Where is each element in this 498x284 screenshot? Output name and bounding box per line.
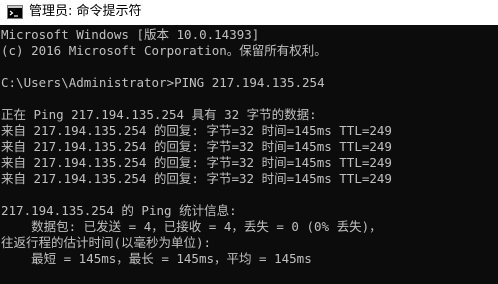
console-line: 来自 217.194.135.254 的回复: 字节=32 时间=145ms T…	[1, 155, 392, 170]
title-bar[interactable]: 管理员: 命令提示符	[0, 0, 498, 25]
console-line: (c) 2016 Microsoft Corporation。保留所有权利。	[1, 43, 327, 58]
console-line: 往返行程的估计时间(以毫秒为单位):	[1, 235, 212, 250]
console-line: 217.194.135.254 的 Ping 统计信息:	[1, 203, 237, 218]
cmd-icon	[7, 5, 23, 19]
console-output[interactable]: Microsoft Windows [版本 10.0.14393] (c) 20…	[0, 25, 498, 284]
command-prompt-window: 管理员: 命令提示符 Microsoft Windows [版本 10.0.14…	[0, 0, 498, 284]
console-line: Microsoft Windows [版本 10.0.14393]	[1, 27, 260, 42]
console-line: 来自 217.194.135.254 的回复: 字节=32 时间=145ms T…	[1, 171, 392, 186]
console-line: 数据包: 已发送 = 4，已接收 = 4，丢失 = 0 (0% 丢失)，	[1, 219, 382, 234]
console-line: 最短 = 145ms，最长 = 145ms，平均 = 145ms	[1, 251, 312, 266]
console-line: 正在 Ping 217.194.135.254 具有 32 字节的数据:	[1, 107, 317, 122]
console-line: 来自 217.194.135.254 的回复: 字节=32 时间=145ms T…	[1, 139, 392, 154]
window-title: 管理员: 命令提示符	[29, 4, 142, 19]
console-line: C:\Users\Administrator>PING 217.194.135.…	[1, 75, 325, 90]
console-line: 来自 217.194.135.254 的回复: 字节=32 时间=145ms T…	[1, 123, 392, 138]
